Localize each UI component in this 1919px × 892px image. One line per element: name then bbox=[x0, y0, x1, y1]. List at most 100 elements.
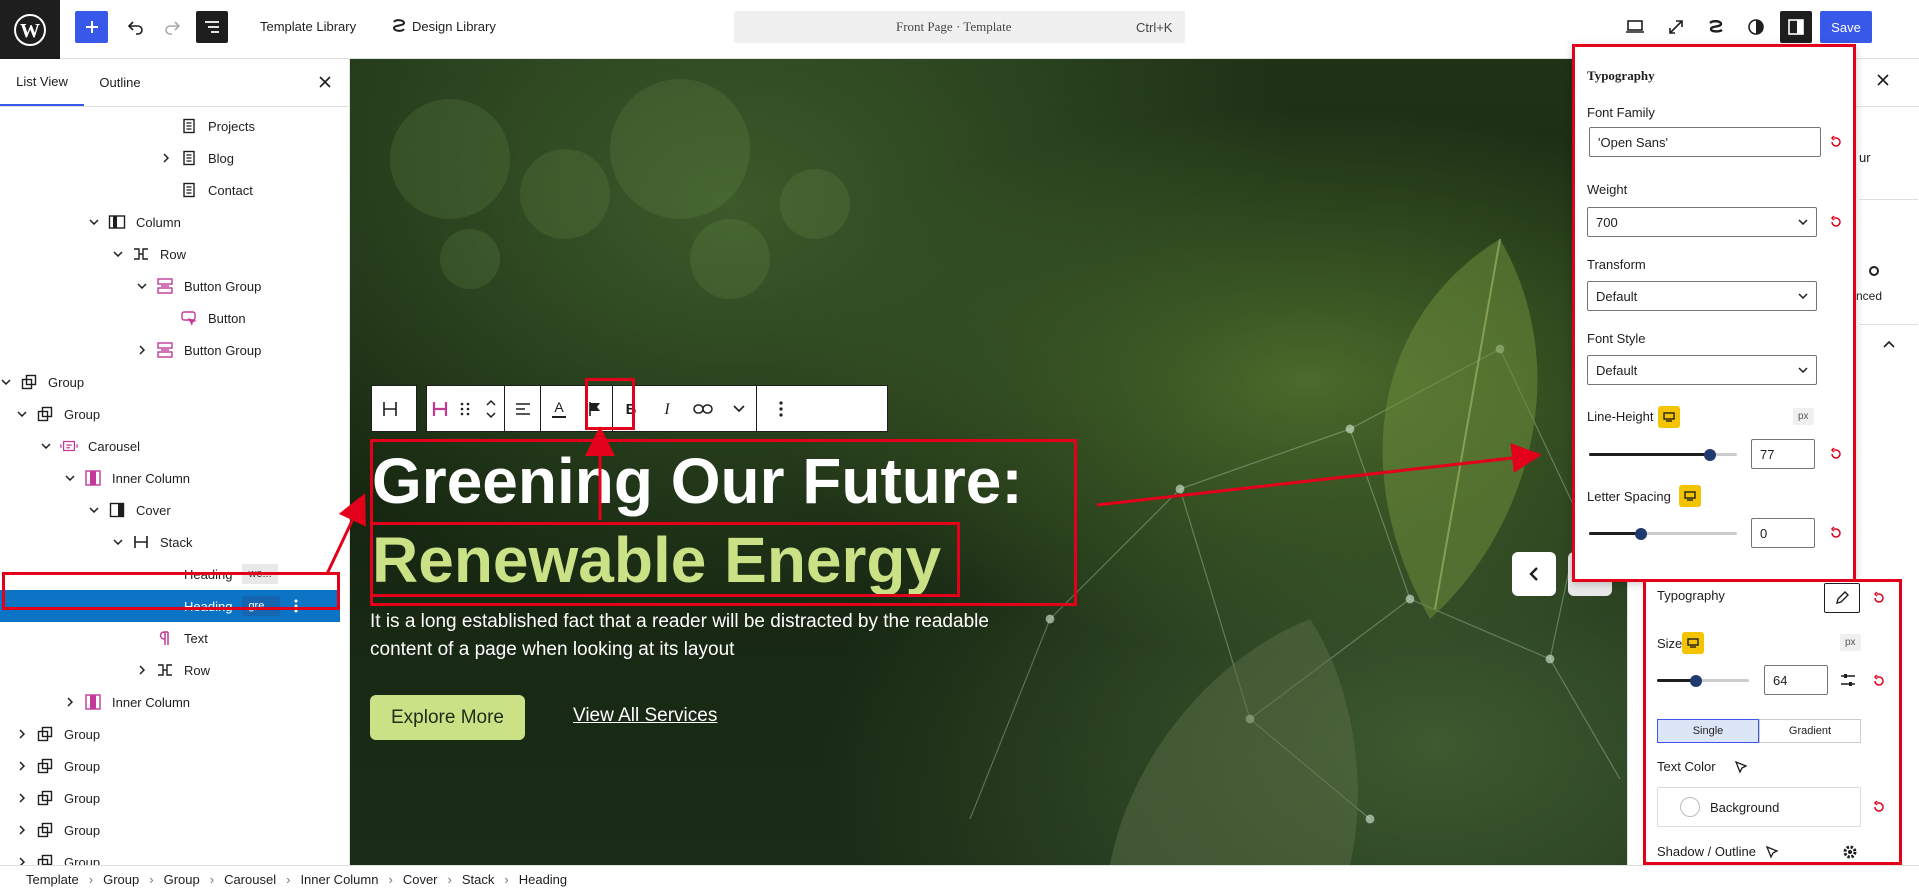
tree-item-blog[interactable]: Blog bbox=[0, 142, 340, 174]
desktop-preview-icon[interactable] bbox=[1621, 13, 1649, 41]
text-color-icon[interactable]: A bbox=[541, 386, 577, 432]
chevron-right-icon[interactable] bbox=[16, 760, 28, 772]
font-family-input[interactable]: 'Open Sans' bbox=[1589, 127, 1821, 157]
heading-block-icon[interactable] bbox=[427, 386, 453, 432]
hero-heading-line1[interactable]: Greening Our Future: bbox=[372, 443, 1023, 520]
tree-item-button-group[interactable]: Button Group bbox=[0, 334, 340, 366]
carousel-prev-button[interactable] bbox=[1512, 552, 1556, 596]
tree-item-button[interactable]: Button bbox=[0, 302, 340, 334]
gradient-color-tab[interactable]: Gradient bbox=[1759, 719, 1861, 743]
edit-typography-button[interactable] bbox=[1824, 583, 1860, 613]
tree-item-group[interactable]: Group bbox=[0, 782, 340, 814]
tree-item-stack[interactable]: Stack bbox=[0, 526, 340, 558]
tree-item-inner-column[interactable]: Inner Column bbox=[0, 686, 340, 718]
explore-more-button[interactable]: Explore More bbox=[370, 695, 525, 740]
template-library-link[interactable]: Template Library bbox=[260, 19, 356, 34]
breadcrumb-item[interactable]: Heading bbox=[519, 872, 567, 887]
gear-icon[interactable] bbox=[1842, 844, 1858, 860]
breadcrumb-item[interactable]: Cover bbox=[403, 872, 438, 887]
reset-font-family-icon[interactable] bbox=[1829, 135, 1843, 149]
align-left-icon[interactable] bbox=[505, 385, 541, 432]
text-color-picker[interactable]: Background bbox=[1657, 787, 1861, 827]
size-slider-thumb[interactable] bbox=[1690, 675, 1702, 687]
advanced-tab-label[interactable]: nced bbox=[1856, 289, 1882, 303]
tree-item-text[interactable]: Text bbox=[0, 622, 340, 654]
chevron-right-icon[interactable] bbox=[160, 152, 172, 164]
breadcrumb-item[interactable]: Template bbox=[26, 872, 79, 887]
tree-item-options-icon[interactable] bbox=[294, 599, 298, 613]
responsive-desktop-icon[interactable] bbox=[1679, 485, 1701, 507]
document-overview-button[interactable] bbox=[196, 11, 228, 43]
chevron-down-icon[interactable] bbox=[112, 536, 124, 548]
reset-letter-spacing-icon[interactable] bbox=[1829, 526, 1843, 540]
line-height-unit[interactable]: px bbox=[1793, 408, 1814, 425]
chevron-right-icon[interactable] bbox=[16, 728, 28, 740]
chevron-down-icon[interactable] bbox=[16, 408, 28, 420]
reset-text-color-icon[interactable] bbox=[1872, 800, 1886, 814]
chevron-down-icon[interactable] bbox=[112, 248, 124, 260]
line-height-input[interactable]: 77 bbox=[1751, 439, 1815, 469]
reset-weight-icon[interactable] bbox=[1829, 215, 1843, 229]
font-style-select[interactable]: Default bbox=[1587, 355, 1817, 385]
tree-item-projects[interactable]: Projects bbox=[0, 110, 340, 142]
more-rich-text-chevron-icon[interactable] bbox=[721, 385, 757, 432]
breadcrumb-item[interactable]: Stack bbox=[462, 872, 495, 887]
chevron-down-icon[interactable] bbox=[136, 280, 148, 292]
chevron-down-icon[interactable] bbox=[88, 504, 100, 516]
tree-item-group[interactable]: Group bbox=[0, 366, 340, 398]
collapse-chevron-icon[interactable] bbox=[1883, 340, 1895, 348]
bold-icon[interactable]: B bbox=[613, 386, 649, 432]
view-all-services-link[interactable]: View All Services bbox=[573, 705, 717, 727]
breadcrumb-item[interactable]: Group bbox=[164, 872, 200, 887]
reset-typography-icon[interactable] bbox=[1872, 591, 1886, 605]
styles-contrast-icon[interactable] bbox=[1742, 13, 1770, 41]
size-input[interactable]: 64 bbox=[1764, 665, 1828, 695]
redo-icon[interactable] bbox=[158, 13, 186, 41]
chevron-right-icon[interactable] bbox=[16, 792, 28, 804]
advanced-tab-icon[interactable] bbox=[1868, 265, 1880, 277]
transform-select[interactable]: Default bbox=[1587, 281, 1817, 311]
select-parent-stack-icon[interactable] bbox=[372, 386, 408, 432]
tree-item-row[interactable]: Row bbox=[0, 654, 340, 686]
tree-item-row[interactable]: Row bbox=[0, 238, 340, 270]
add-block-button[interactable] bbox=[75, 11, 108, 43]
letter-spacing-slider-thumb[interactable] bbox=[1635, 528, 1647, 540]
chevron-right-icon[interactable] bbox=[64, 696, 76, 708]
chevron-down-icon[interactable] bbox=[64, 472, 76, 484]
breadcrumb-item[interactable]: Carousel bbox=[224, 872, 276, 887]
tree-item-cover[interactable]: Cover bbox=[0, 494, 340, 526]
weight-select[interactable]: 700 bbox=[1587, 207, 1817, 237]
tree-item-carousel[interactable]: Carousel bbox=[0, 430, 340, 462]
tab-list-view[interactable]: List View bbox=[0, 59, 84, 106]
single-color-tab[interactable]: Single bbox=[1657, 719, 1759, 743]
responsive-desktop-icon[interactable] bbox=[1658, 406, 1680, 428]
tree-item-group[interactable]: Group bbox=[0, 846, 340, 865]
tree-item-contact[interactable]: Contact bbox=[0, 174, 340, 206]
close-settings-icon[interactable] bbox=[1876, 73, 1890, 87]
line-height-slider-thumb[interactable] bbox=[1704, 449, 1716, 461]
breadcrumb-item[interactable]: Inner Column bbox=[300, 872, 378, 887]
breadcrumb-item[interactable]: Group bbox=[103, 872, 139, 887]
hero-heading-line2[interactable]: Renewable Energy bbox=[372, 522, 941, 599]
settings-sidebar-toggle-icon[interactable] bbox=[1780, 11, 1812, 43]
close-list-view-icon[interactable] bbox=[318, 75, 332, 89]
external-preview-icon[interactable] bbox=[1662, 13, 1690, 41]
highlight-flag-icon[interactable] bbox=[577, 385, 613, 432]
save-button[interactable]: Save bbox=[1820, 11, 1872, 43]
chevron-right-icon[interactable] bbox=[136, 344, 148, 356]
chevron-right-icon[interactable] bbox=[16, 824, 28, 836]
tree-item-heading[interactable]: Heading gre... bbox=[0, 590, 340, 622]
tab-outline[interactable]: Outline bbox=[84, 59, 156, 106]
wordpress-logo-icon[interactable]: W bbox=[0, 0, 60, 59]
tree-item-heading[interactable]: Heading we... bbox=[0, 558, 340, 590]
responsive-desktop-icon[interactable] bbox=[1682, 632, 1704, 654]
chevron-down-icon[interactable] bbox=[88, 216, 100, 228]
tree-item-group[interactable]: Group bbox=[0, 814, 340, 846]
chevron-down-icon[interactable] bbox=[0, 376, 12, 388]
chevron-right-icon[interactable] bbox=[136, 664, 148, 676]
reset-size-icon[interactable] bbox=[1872, 674, 1886, 688]
reset-line-height-icon[interactable] bbox=[1829, 447, 1843, 461]
chevron-right-icon[interactable] bbox=[16, 856, 28, 865]
tree-item-group[interactable]: Group bbox=[0, 398, 340, 430]
letter-spacing-input[interactable]: 0 bbox=[1751, 518, 1815, 548]
